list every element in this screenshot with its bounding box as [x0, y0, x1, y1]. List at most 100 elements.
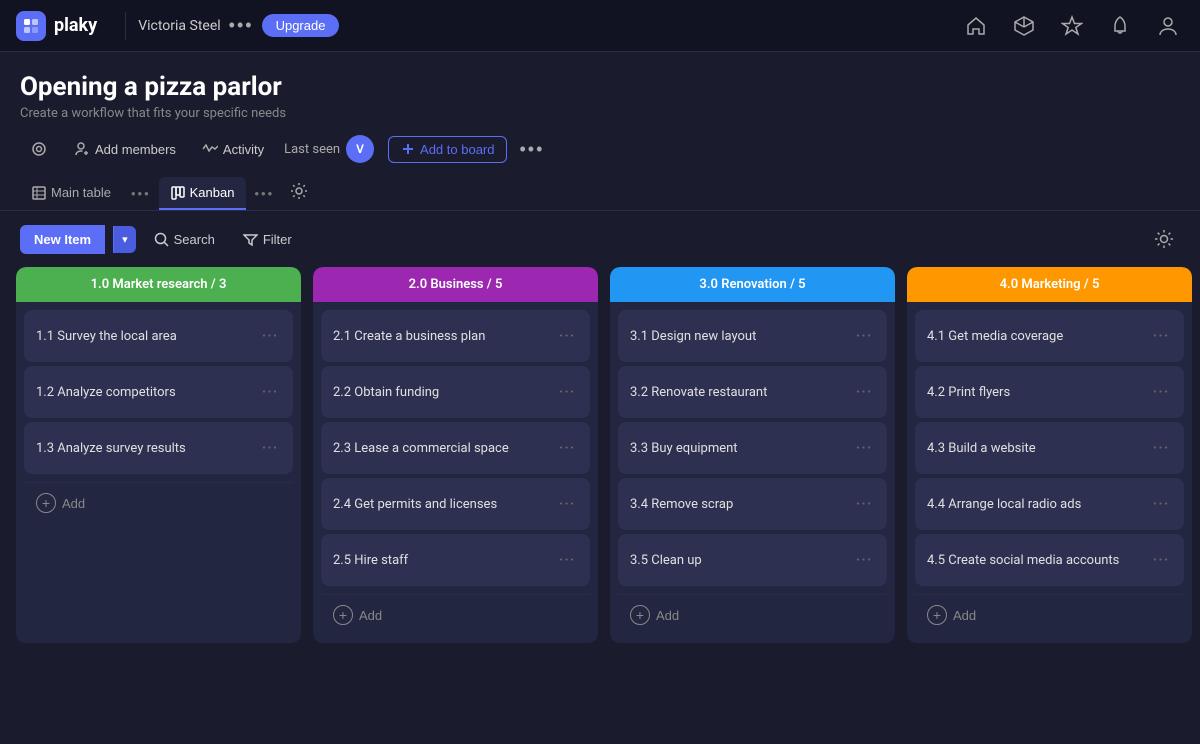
header-more-button[interactable]: ••• — [513, 139, 550, 160]
nav-divider — [125, 12, 126, 40]
last-seen-area: Last seen V — [284, 135, 374, 163]
card-more-button-2-2[interactable]: ⋮ — [558, 380, 574, 405]
card-more-button-1-2[interactable]: ⋮ — [261, 380, 277, 405]
kanban-card-4-2[interactable]: 4.2 Print flyers ⋮ — [915, 366, 1184, 418]
card-more-button-2-4[interactable]: ⋮ — [558, 492, 574, 517]
card-more-button-3-4[interactable]: ⋮ — [855, 492, 871, 517]
kanban-card-3-2[interactable]: 3.2 Renovate restaurant⋮ — [618, 366, 887, 418]
view-tabs: Main table ••• Kanban ••• — [0, 177, 1200, 211]
upgrade-button[interactable]: Upgrade — [262, 14, 340, 37]
board-settings-button[interactable] — [290, 182, 308, 205]
card-more-button-3-2[interactable]: ⋮ — [855, 380, 871, 405]
kanban-card-3-1[interactable]: 3.1 Design new layout ⋮ — [618, 310, 887, 362]
card-label-4-4: 4.4 Arrange local radio ads — [927, 497, 1147, 512]
user-icon — [1157, 15, 1179, 37]
tab-main-table[interactable]: Main table — [20, 177, 123, 210]
plus-icon — [401, 142, 415, 156]
kanban-card-3-4[interactable]: 3.4 Remove scrap⋮ — [618, 478, 887, 530]
kanban-card-4-3[interactable]: 4.3 Build a website⋮ — [915, 422, 1184, 474]
card-label-4-5: 4.5 Create social media accounts — [927, 553, 1147, 568]
new-item-dropdown-button[interactable]: ▾ — [113, 226, 136, 253]
header-actions: Add members Activity Last seen V Add to … — [20, 135, 1180, 163]
logo-area: plaky — [16, 11, 97, 41]
column-body-marketing: 4.1 Get media coverage ⋮ 4.2 Print flyers ⋮… — [907, 302, 1192, 643]
last-seen-label: Last seen — [284, 142, 340, 157]
column-header-business: 2.0 Business / 5 — [313, 267, 598, 302]
home-icon — [965, 15, 987, 37]
kanban-card-3-3[interactable]: 3.3 Buy equipment ⋮ — [618, 422, 887, 474]
kanban-card-1-1[interactable]: 1.1 Survey the local area⋮ — [24, 310, 293, 362]
card-more-button-4-1[interactable]: ⋮ — [1152, 324, 1168, 349]
add-to-board-button[interactable]: Add to board — [388, 136, 507, 163]
kanban-card-1-3[interactable]: 1.3 Analyze survey results ⋮ — [24, 422, 293, 474]
page-subtitle: Create a workflow that fits your specifi… — [20, 106, 1180, 121]
search-button[interactable]: Search — [144, 226, 225, 253]
kanban-more-button[interactable]: ••• — [250, 186, 278, 201]
kanban-card-4-5[interactable]: 4.5 Create social media accounts ⋮ — [915, 534, 1184, 586]
tab-main-table-label: Main table — [51, 185, 111, 200]
card-label-2-2: 2.2 Obtain funding — [333, 385, 553, 400]
kanban-card-4-1[interactable]: 4.1 Get media coverage ⋮ — [915, 310, 1184, 362]
card-more-button-3-1[interactable]: ⋮ — [855, 324, 871, 349]
card-more-button-1-3[interactable]: ⋮ — [261, 436, 277, 461]
add-circle-icon: + — [333, 605, 353, 625]
watch-button[interactable] — [20, 135, 58, 163]
kanban-column-renovation: 3.0 Renovation / 53.1 Design new layout⋮… — [610, 267, 895, 643]
card-label-1-2: 1.2 Analyze competitors — [36, 385, 256, 400]
kanban-card-1-2[interactable]: 1.2 Analyze competitors ⋮ — [24, 366, 293, 418]
logo-icon — [16, 11, 46, 41]
card-more-button-1-1[interactable]: ⋮ — [261, 324, 277, 349]
toolbar-settings-button[interactable] — [1148, 223, 1180, 255]
column-add-button-business[interactable]: +Add — [321, 594, 590, 635]
cube-icon — [1013, 15, 1035, 37]
card-more-button-3-5[interactable]: ⋮ — [855, 548, 871, 573]
kanban-card-2-5[interactable]: 2.5 Hire staff⋮ — [321, 534, 590, 586]
kanban-column-market-research: 1.0 Market research / 31.1 Survey the lo… — [16, 267, 301, 643]
column-header-marketing: 4.0 Marketing / 5 — [907, 267, 1192, 302]
bell-icon — [1109, 15, 1131, 37]
new-item-button[interactable]: New Item — [20, 225, 105, 254]
star-icon-button[interactable] — [1056, 10, 1088, 42]
card-label-4-2: 4.2 Print flyers — [927, 385, 1147, 400]
nav-more-button[interactable]: ••• — [229, 15, 254, 36]
settings-gear-icon — [290, 182, 308, 200]
card-label-3-3: 3.3 Buy equipment — [630, 441, 850, 456]
activity-button[interactable]: Activity — [192, 136, 274, 162]
bell-icon-button[interactable] — [1104, 10, 1136, 42]
card-more-button-2-1[interactable]: ⋮ — [558, 324, 574, 349]
card-more-button-4-5[interactable]: ⋮ — [1152, 548, 1168, 573]
add-circle-icon: + — [927, 605, 947, 625]
card-label-2-4: 2.4 Get permits and licenses — [333, 497, 553, 512]
card-more-button-4-2[interactable]: ⋮ — [1152, 380, 1168, 405]
kanban-card-2-1[interactable]: 2.1 Create a business plan⋮ — [321, 310, 590, 362]
card-label-1-3: 1.3 Analyze survey results — [36, 441, 256, 456]
home-icon-button[interactable] — [960, 10, 992, 42]
card-more-button-2-3[interactable]: ⋮ — [558, 436, 574, 461]
add-members-button[interactable]: Add members — [64, 136, 186, 162]
user-icon-button[interactable] — [1152, 10, 1184, 42]
filter-button[interactable]: Filter — [233, 226, 302, 253]
card-label-4-1: 4.1 Get media coverage — [927, 329, 1147, 344]
cube-icon-button[interactable] — [1008, 10, 1040, 42]
card-more-button-4-4[interactable]: ⋮ — [1152, 492, 1168, 517]
tab-kanban-label: Kanban — [190, 185, 235, 200]
main-table-more-button[interactable]: ••• — [127, 186, 155, 201]
kanban-card-2-2[interactable]: 2.2 Obtain funding ⋮ — [321, 366, 590, 418]
kanban-card-3-5[interactable]: 3.5 Clean up⋮ — [618, 534, 887, 586]
kanban-card-2-3[interactable]: 2.3 Lease a commercial space⋮ — [321, 422, 590, 474]
kanban-column-marketing: 4.0 Marketing / 5 4.1 Get media coverage ⋮… — [907, 267, 1192, 643]
tab-kanban[interactable]: Kanban — [159, 177, 247, 210]
page-title: Opening a pizza parlor — [20, 72, 1180, 102]
card-more-button-3-3[interactable]: ⋮ — [855, 436, 871, 461]
card-more-button-4-3[interactable]: ⋮ — [1152, 436, 1168, 461]
card-label-3-1: 3.1 Design new layout — [630, 329, 850, 344]
avatar[interactable]: V — [346, 135, 374, 163]
column-add-button-marketing[interactable]: +Add — [915, 594, 1184, 635]
kanban-card-2-4[interactable]: 2.4 Get permits and licenses ⋮ — [321, 478, 590, 530]
activity-icon — [202, 141, 218, 157]
column-add-button-renovation[interactable]: +Add — [618, 594, 887, 635]
column-add-button-market-research[interactable]: +Add — [24, 482, 293, 523]
card-more-button-2-5[interactable]: ⋮ — [558, 548, 574, 573]
kanban-card-4-4[interactable]: 4.4 Arrange local radio ads ⋮ — [915, 478, 1184, 530]
top-navigation: plaky Victoria Steel ••• Upgrade — [0, 0, 1200, 52]
